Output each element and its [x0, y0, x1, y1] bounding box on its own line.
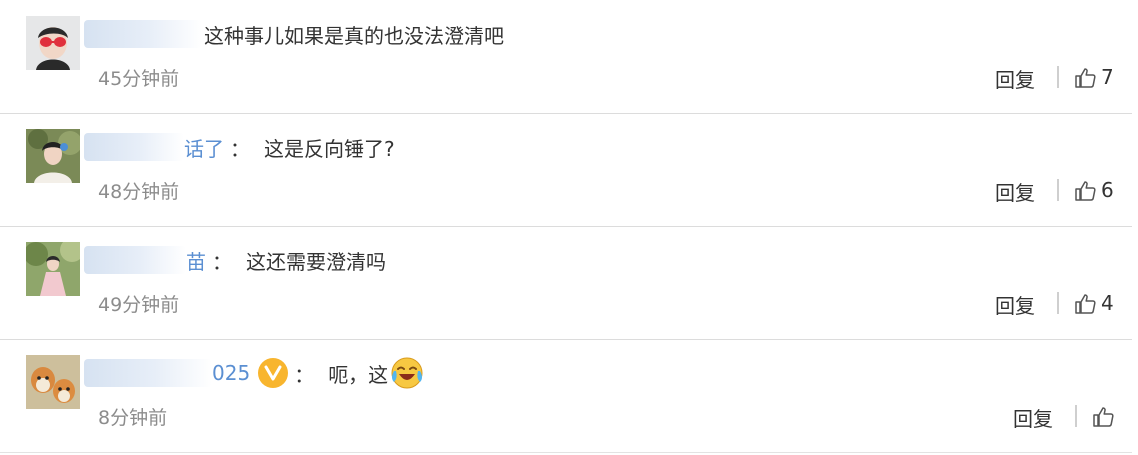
- comment-item: 苗 ： 这还需要澄清吗 49分钟前 回复 4: [0, 226, 1132, 340]
- comment-text: 这还需要澄清吗: [246, 249, 386, 274]
- comment-list: 这种事儿如果是真的也没法澄清吧 45分钟前 回复 7 话了 ： 这是反向锤了? …: [0, 0, 1138, 455]
- reply-button[interactable]: 回复: [995, 64, 1035, 93]
- thumbs-up-icon[interactable]: [1073, 179, 1097, 203]
- avatar[interactable]: [26, 242, 80, 296]
- blurred-username: [84, 359, 212, 387]
- comment-time: 49分钟前: [98, 294, 180, 316]
- verified-v-icon: [258, 358, 289, 388]
- reply-button[interactable]: 回复: [995, 290, 1035, 319]
- action-divider: [1057, 179, 1059, 201]
- comment-item: 话了 ： 这是反向锤了? 48分钟前 回复 6: [0, 113, 1132, 227]
- blurred-username: [84, 20, 202, 48]
- action-divider: [1057, 292, 1059, 314]
- comment-time: 48分钟前: [98, 181, 180, 203]
- reply-button[interactable]: 回复: [995, 177, 1035, 206]
- action-divider: [1057, 66, 1059, 88]
- thumbs-up-icon[interactable]: [1073, 66, 1097, 90]
- comment-item: 这种事儿如果是真的也没法澄清吧 45分钟前 回复 7: [0, 0, 1132, 114]
- username-separator: ：: [294, 362, 315, 387]
- comment-text: 这是反向锤了?: [264, 136, 395, 161]
- comment-line: 苗 ： 这还需要澄清吗: [84, 240, 386, 280]
- avatar[interactable]: [26, 129, 80, 183]
- like-count: 7: [1101, 65, 1114, 89]
- username[interactable]: 025: [212, 361, 250, 385]
- comment-line: 这种事儿如果是真的也没法澄清吧: [84, 14, 504, 54]
- comment-text: 呃，这: [328, 362, 389, 387]
- like-count: 6: [1101, 178, 1114, 202]
- thumbs-up-icon[interactable]: [1073, 292, 1097, 316]
- comment-line: 025 ： 呃，这: [84, 353, 424, 393]
- username[interactable]: 苗: [186, 246, 206, 275]
- like-count: 4: [1101, 291, 1114, 315]
- username-separator: ：: [230, 136, 250, 161]
- comment-time: 8分钟前: [98, 407, 168, 429]
- comment-item: 025 ： 呃，这 8分钟前 回复: [0, 339, 1132, 453]
- laugh-cry-emoji-icon: [391, 357, 423, 389]
- blurred-username: [84, 133, 184, 161]
- blurred-username: [84, 246, 186, 274]
- username[interactable]: 话了: [184, 133, 224, 162]
- username-separator: ：: [212, 249, 232, 274]
- avatar[interactable]: [26, 355, 80, 409]
- comment-time: 45分钟前: [98, 68, 180, 90]
- comment-line: 话了 ： 这是反向锤了?: [84, 127, 395, 167]
- thumbs-up-icon[interactable]: [1091, 405, 1115, 429]
- reply-button[interactable]: 回复: [1013, 403, 1053, 432]
- action-divider: [1075, 405, 1077, 427]
- comment-text: 这种事儿如果是真的也没法澄清吧: [204, 23, 504, 48]
- avatar[interactable]: [26, 16, 80, 70]
